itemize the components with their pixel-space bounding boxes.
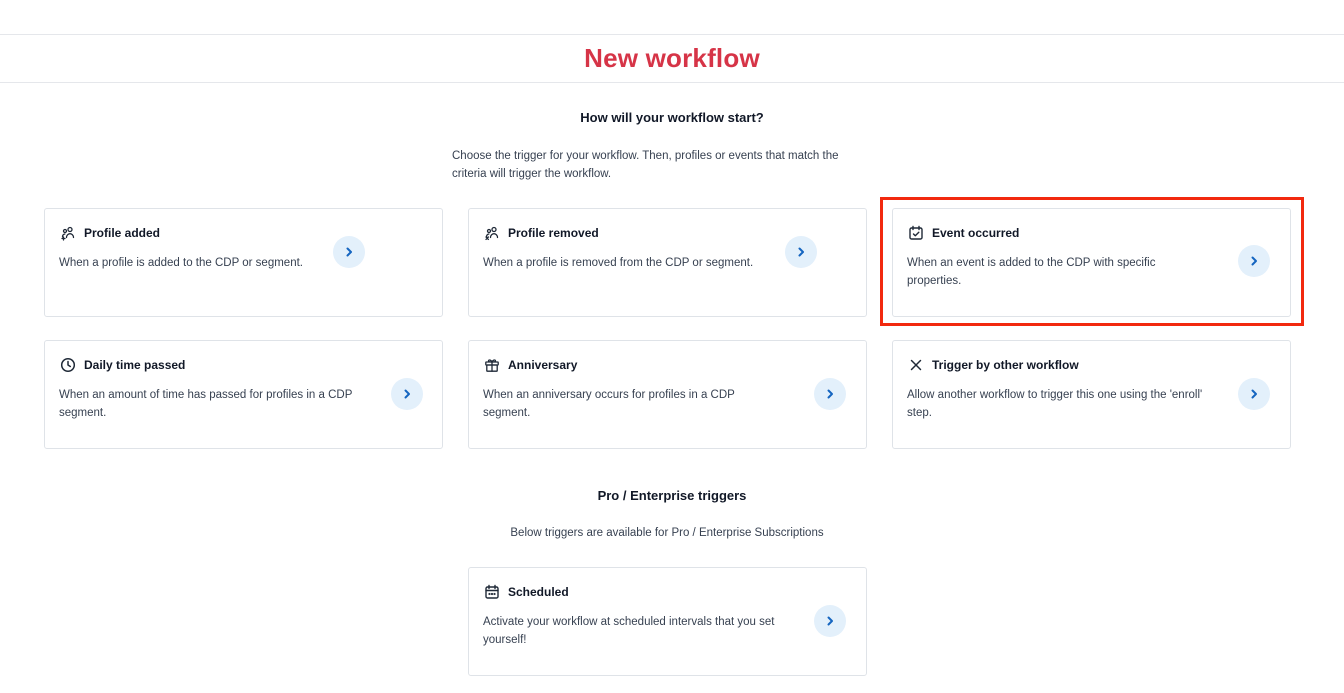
clock-icon: [59, 356, 77, 374]
top-bar: [0, 0, 1344, 35]
trigger-card-title: Event occurred: [932, 226, 1020, 240]
trigger-select-button[interactable]: [1238, 245, 1270, 277]
chevron-right-icon: [1251, 389, 1257, 399]
trigger-card-daily-time-passed[interactable]: Daily time passed When an amount of time…: [44, 340, 443, 449]
trigger-select-button[interactable]: [814, 605, 846, 637]
chevron-right-icon: [404, 389, 410, 399]
trigger-card-description: When an amount of time has passed for pr…: [59, 389, 353, 419]
trigger-card-anniversary[interactable]: Anniversary When an anniversary occurs f…: [468, 340, 867, 449]
trigger-card-description: Activate your workflow at scheduled inte…: [483, 616, 775, 646]
profile-removed-icon: [483, 224, 501, 242]
trigger-card-title: Profile added: [84, 226, 161, 240]
trigger-select-button[interactable]: [785, 236, 817, 268]
trigger-card-profile-added[interactable]: Profile added When a profile is added to…: [44, 208, 443, 317]
trigger-card-title: Daily time passed: [84, 358, 186, 372]
chevron-right-icon: [798, 247, 804, 257]
trigger-select-button[interactable]: [814, 378, 846, 410]
trigger-card-description: When a profile is removed from the CDP o…: [483, 257, 754, 269]
trigger-card-scheduled[interactable]: Scheduled Activate your workflow at sche…: [468, 567, 867, 676]
chevron-right-icon: [827, 616, 833, 626]
chevron-right-icon: [1251, 256, 1257, 266]
page-title: New workflow: [584, 43, 760, 73]
title-bar: New workflow: [0, 35, 1344, 83]
trigger-card-description: When an event is added to the CDP with s…: [907, 257, 1156, 287]
trigger-select-button[interactable]: [333, 236, 365, 268]
trigger-card-event-occurred[interactable]: Event occurred When an event is added to…: [892, 208, 1291, 317]
start-section-description: Choose the trigger for your workflow. Th…: [452, 150, 839, 180]
trigger-card-profile-removed[interactable]: Profile removed When a profile is remove…: [468, 208, 867, 317]
calendar-check-icon: [907, 224, 925, 242]
trigger-card-description: When a profile is added to the CDP or se…: [59, 257, 303, 269]
trigger-select-button[interactable]: [1238, 378, 1270, 410]
start-section-heading: How will your workflow start?: [580, 110, 764, 125]
trigger-card-title: Anniversary: [508, 358, 578, 372]
trigger-card-title: Scheduled: [508, 585, 569, 599]
trigger-card-title: Trigger by other workflow: [932, 358, 1079, 372]
trigger-card-title: Profile removed: [508, 226, 599, 240]
gift-icon: [483, 356, 501, 374]
chevron-right-icon: [827, 389, 833, 399]
profile-added-icon: [59, 224, 77, 242]
trigger-select-button[interactable]: [391, 378, 423, 410]
pro-section-description: Below triggers are available for Pro / E…: [510, 527, 824, 539]
close-x-icon: [907, 356, 925, 374]
trigger-card-other-workflow[interactable]: Trigger by other workflow Allow another …: [892, 340, 1291, 449]
pro-section-heading: Pro / Enterprise triggers: [597, 488, 747, 503]
trigger-card-description: Allow another workflow to trigger this o…: [907, 389, 1203, 419]
calendar-dots-icon: [483, 583, 501, 601]
trigger-card-description: When an anniversary occurs for profiles …: [483, 389, 735, 419]
chevron-right-icon: [346, 247, 352, 257]
